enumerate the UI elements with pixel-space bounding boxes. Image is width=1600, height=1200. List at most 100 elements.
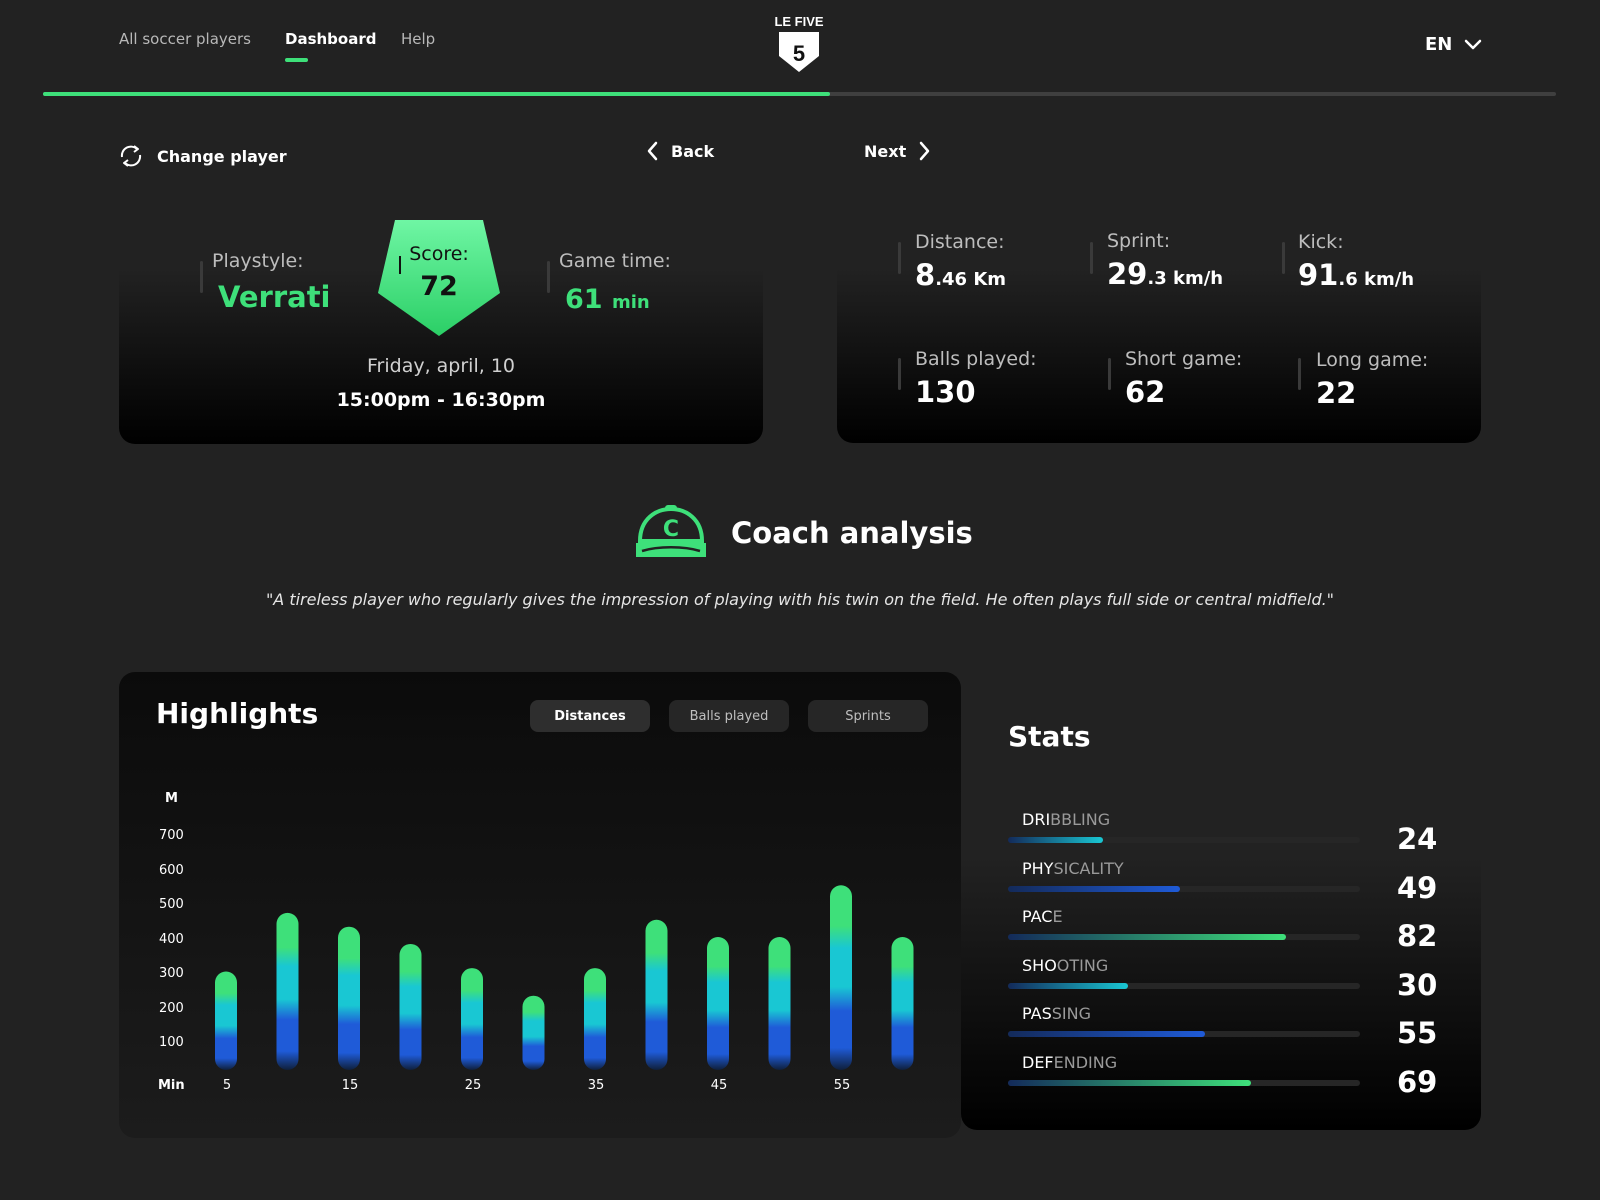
distance-decimal: .46 Km: [935, 269, 1007, 290]
stat-name: SHOOTING: [1022, 955, 1109, 975]
chart-bar[interactable]: [461, 968, 483, 1070]
chart-bar[interactable]: [645, 919, 668, 1070]
score-badge: Score: 72: [377, 219, 501, 337]
nav-help[interactable]: Help: [401, 30, 435, 48]
chevron-right-icon: [919, 141, 930, 161]
back-button[interactable]: Back: [645, 140, 714, 162]
distance-bar-chart: [215, 885, 914, 1070]
nav-dashboard[interactable]: Dashboard: [285, 30, 376, 48]
stat-name: PASSING: [1022, 1004, 1091, 1023]
stat-name: DRIBBLING: [1022, 810, 1111, 829]
progress-fill: [43, 92, 830, 96]
chart-bar[interactable]: [830, 885, 852, 1070]
stat-row: SHOOTING 30: [1008, 956, 1448, 1004]
logo-text: LE FIVE: [774, 14, 823, 29]
chart-bar[interactable]: [891, 937, 914, 1070]
stat-value: 82: [1397, 919, 1438, 953]
nav-all-soccer-players[interactable]: All soccer players: [119, 30, 251, 48]
chart-bar[interactable]: [276, 912, 299, 1070]
stat-bar-fill: [1008, 885, 1181, 892]
next-label: Next: [864, 141, 907, 161]
divider: [1282, 242, 1285, 274]
game-time-unit: min: [611, 292, 650, 313]
chart-bar[interactable]: [215, 971, 237, 1070]
chevron-down-icon: [1465, 39, 1482, 49]
progress-track: [43, 92, 1556, 96]
kick-value: 91: [1298, 258, 1339, 292]
stat-value: 49: [1397, 870, 1438, 905]
stat-name: PACE: [1022, 907, 1063, 926]
stat-name: DEFENDING: [1022, 1052, 1118, 1072]
chart-bar[interactable]: [584, 968, 606, 1070]
match-date: Friday, april, 10: [367, 355, 515, 377]
coach-cap-icon: C: [634, 505, 708, 561]
logo-shield-icon: LE FIVE 5: [774, 14, 824, 72]
sprint-metric: 29.3 km/h: [1107, 257, 1223, 291]
stat-bar-track: [1008, 982, 1360, 989]
stat-bar-fill: [1008, 837, 1104, 843]
game-time-label: Game time:: [559, 250, 671, 272]
divider: [1108, 358, 1111, 390]
sprint-label: Sprint:: [1107, 230, 1171, 252]
stat-value: 55: [1397, 1016, 1438, 1050]
stats-card: Stats DRIBBLING 24 PHYSICALITY 49 PACE 82 SHOO…: [961, 672, 1481, 1130]
language-selector[interactable]: EN: [1425, 34, 1482, 55]
next-button[interactable]: Next: [864, 140, 932, 162]
short-game-value: 62: [1125, 375, 1166, 409]
chart-bar[interactable]: [522, 995, 545, 1070]
language-label: EN: [1425, 34, 1453, 55]
sprint-decimal: .3 km/h: [1147, 268, 1224, 289]
match-summary-card: Playstyle: Verrati Score: 72 Game time: …: [119, 200, 763, 444]
chart-bar[interactable]: [768, 937, 791, 1070]
stat-bar-fill: [1008, 1031, 1206, 1037]
stat-bar-track: [1008, 885, 1360, 892]
stat-bar-fill: [1008, 1079, 1251, 1086]
long-game-value: 22: [1316, 376, 1357, 410]
chart-bar[interactable]: [707, 937, 729, 1070]
stat-row: PACE 82: [1008, 907, 1448, 955]
nav-active-indicator: [285, 58, 308, 62]
long-game-label: Long game:: [1316, 349, 1429, 371]
kick-decimal: .6 km/h: [1338, 269, 1415, 290]
stat-row: DEFENDING 69: [1008, 1053, 1448, 1101]
stat-bar-track: [1008, 837, 1360, 843]
coach-quote: "A tireless player who regularly gives t…: [265, 590, 1335, 609]
chevron-left-icon: [647, 141, 658, 161]
stat-value: 24: [1397, 822, 1438, 856]
stat-name: PHYSICALITY: [1022, 858, 1124, 878]
score-value: 72: [420, 271, 458, 302]
divider: [898, 358, 901, 390]
divider: [547, 261, 550, 293]
stat-bar-track: [1008, 1031, 1360, 1037]
stat-bar-fill: [1008, 934, 1287, 940]
chart-bar[interactable]: [338, 926, 360, 1070]
highlights-card: Highlights Distances Balls played Sprint…: [119, 672, 961, 1138]
back-label: Back: [671, 141, 715, 161]
le-five-logo[interactable]: LE FIVE 5: [773, 12, 825, 76]
stat-value: 69: [1397, 1064, 1438, 1099]
match-time: 15:00pm - 16:30pm: [336, 389, 546, 411]
change-player-button[interactable]: Change player: [117, 140, 287, 172]
chart-bar[interactable]: [399, 943, 422, 1070]
distance-value: 8: [915, 258, 936, 292]
coach-cap-letter: C: [663, 517, 679, 542]
coach-analysis-title: Coach analysis: [731, 516, 973, 550]
stat-bar-track: [1008, 1079, 1360, 1086]
stats-title: Stats: [1008, 720, 1091, 753]
balls-played-label: Balls played:: [915, 348, 1037, 370]
stat-row: DRIBBLING 24: [1008, 810, 1448, 858]
stat-row: PHYSICALITY 49: [1008, 859, 1448, 907]
game-time-value: 61: [565, 284, 603, 315]
refresh-icon: [120, 145, 142, 167]
distance-label: Distance:: [915, 231, 1005, 253]
score-label: Score:: [409, 243, 469, 265]
stat-value: 30: [1397, 967, 1438, 1002]
kick-metric: 91.6 km/h: [1298, 258, 1414, 292]
short-game-label: Short game:: [1125, 348, 1243, 370]
game-time: 61 min: [565, 284, 650, 315]
divider: [898, 242, 901, 274]
change-player-label: Change player: [157, 146, 287, 166]
divider: [200, 261, 203, 293]
balls-played-value: 130: [915, 375, 976, 409]
stat-bar-track: [1008, 934, 1360, 940]
